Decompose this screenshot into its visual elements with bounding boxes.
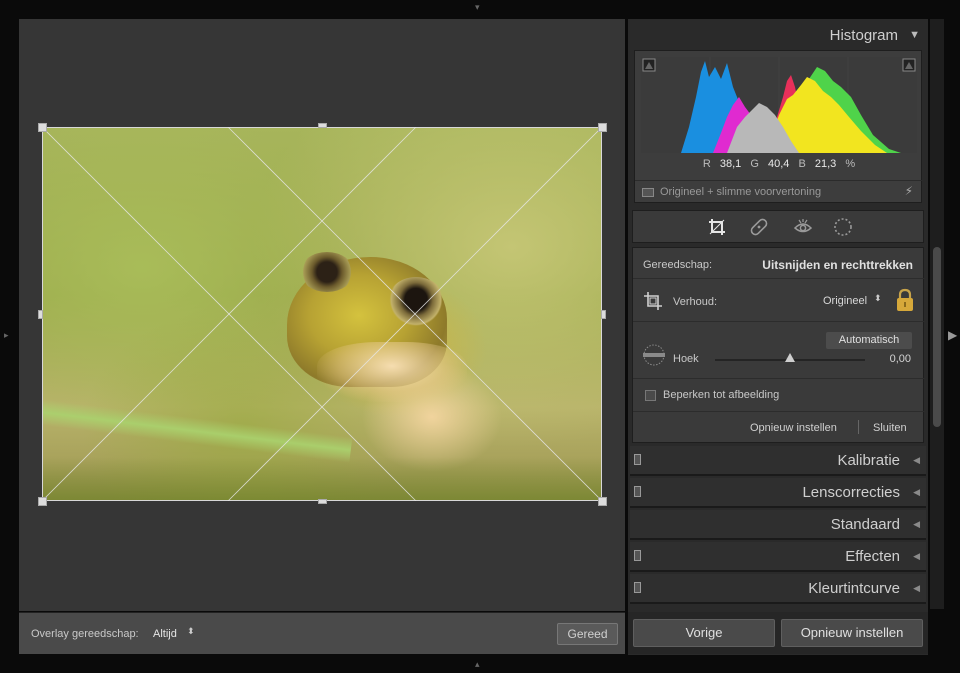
readout-g-label: G — [750, 158, 759, 170]
overlay-tool-caret-icon[interactable]: ⬍ — [187, 626, 195, 637]
divider — [633, 411, 925, 412]
crop-handle-right[interactable] — [601, 310, 606, 319]
section-tone-curve[interactable]: Kleurtintcurve ◀ — [630, 574, 926, 604]
histogram: R 38,1 G 40,4 B 21,3 % Origineel + slimm… — [634, 50, 923, 203]
red-eye-tool-icon[interactable] — [793, 217, 813, 237]
section-toggle-icon[interactable] — [634, 550, 641, 561]
crop-handle-top-right[interactable] — [598, 123, 607, 132]
previous-button[interactable]: Vorige — [633, 619, 775, 647]
section-lens-corrections[interactable]: Lenscorrecties ◀ — [630, 478, 926, 508]
expand-triangle-icon[interactable]: ◀ — [913, 551, 920, 562]
angle-slider-thumb[interactable] — [785, 353, 795, 362]
overlay-tool-select[interactable]: Altijd — [153, 628, 177, 640]
tool-label: Gereedschap: — [643, 259, 713, 271]
expand-triangle-icon[interactable]: ◀ — [913, 519, 920, 530]
crop-overlay[interactable] — [42, 127, 602, 501]
crop-handle-bottom[interactable] — [318, 499, 327, 504]
right-panel-scrollbar[interactable] — [930, 19, 944, 609]
crop-tool-icon[interactable] — [707, 217, 727, 237]
crop-handle-top[interactable] — [318, 123, 327, 128]
bottom-toolbar: Overlay gereedschap: Altijd ⬍ Gereed — [19, 612, 625, 654]
aspect-select[interactable]: Origineel — [823, 295, 867, 307]
section-title: Kalibratie — [837, 452, 900, 469]
section-title: Standaard — [830, 516, 900, 533]
crop-handle-bottom-left[interactable] — [38, 497, 47, 506]
image-canvas[interactable] — [19, 19, 625, 611]
smart-preview-label: Origineel + slimme voorvertoning — [660, 186, 822, 198]
divider — [633, 378, 925, 379]
section-effects[interactable]: Effecten ◀ — [630, 542, 926, 572]
overlay-tool-label: Overlay gereedschap: — [31, 628, 139, 640]
aspect-label: Verhoud: — [673, 296, 718, 308]
lightning-icon[interactable]: ⚡ — [905, 184, 913, 198]
done-button[interactable]: Gereed — [557, 623, 618, 645]
expand-triangle-icon[interactable]: ◀ — [913, 455, 920, 466]
aspect-caret-icon[interactable]: ⬍ — [874, 293, 882, 304]
section-title: Lenscorrecties — [802, 484, 900, 501]
reset-all-button[interactable]: Opnieuw instellen — [781, 619, 923, 647]
section-toggle-icon[interactable] — [634, 582, 641, 593]
app-window: ▾ ▴ ▸ ▶ Overlay gereedschap: Altijd ⬍ Ge… — [0, 0, 960, 673]
left-panel-toggle-icon[interactable]: ▸ — [4, 331, 9, 340]
histogram-graph — [641, 57, 917, 153]
expand-triangle-icon[interactable]: ◀ — [913, 487, 920, 498]
preview-status-row: Origineel + slimme voorvertoning ⚡ — [635, 180, 923, 203]
histogram-readout: R 38,1 G 40,4 B 21,3 % — [635, 158, 923, 170]
crop-handle-left[interactable] — [38, 310, 43, 319]
angle-label: Hoek — [673, 353, 699, 365]
lock-icon[interactable] — [895, 288, 915, 312]
readout-r-label: R — [702, 158, 711, 170]
section-toggle-icon[interactable] — [634, 454, 641, 465]
section-toggle-icon[interactable] — [634, 486, 641, 497]
divider — [858, 420, 859, 434]
bottom-panel-toggle-icon[interactable]: ▴ — [475, 660, 480, 669]
bottom-buttons: Vorige Opnieuw instellen — [628, 612, 928, 654]
top-panel-toggle-icon[interactable]: ▾ — [475, 3, 480, 12]
right-panel-toggle-icon[interactable]: ▶ — [948, 329, 957, 341]
histogram-panel-title[interactable]: Histogram — [830, 27, 898, 44]
divider — [633, 321, 925, 322]
tool-name: Uitsnijden en rechttrekken — [762, 258, 913, 272]
auto-straighten-button[interactable]: Automatisch — [826, 332, 912, 349]
constrain-checkbox[interactable] — [645, 390, 656, 401]
section-default[interactable]: Standaard ◀ — [630, 510, 926, 540]
readout-b-label: B — [798, 158, 806, 170]
right-panel: Histogram ▼ R 38,1 G 40,4 B 21,3 % Origi… — [628, 19, 928, 655]
crop-handle-top-left[interactable] — [38, 123, 47, 132]
radial-filter-icon[interactable] — [833, 217, 853, 237]
divider — [633, 278, 925, 279]
aspect-crop-icon[interactable] — [643, 291, 663, 311]
histogram-collapse-icon[interactable]: ▼ — [909, 29, 920, 41]
straighten-tool-icon[interactable] — [642, 343, 666, 367]
section-title: Effecten — [845, 548, 900, 565]
readout-b-value: 21,3 — [814, 158, 837, 170]
section-calibration[interactable]: Kalibratie ◀ — [630, 446, 926, 476]
readout-r-value: 38,1 — [719, 158, 742, 170]
healing-tool-icon[interactable] — [749, 217, 769, 237]
close-crop-button[interactable]: Sluiten — [873, 422, 907, 434]
section-title: Kleurtintcurve — [808, 580, 900, 597]
tool-strip — [632, 210, 924, 243]
readout-g-value: 40,4 — [767, 158, 790, 170]
reset-crop-button[interactable]: Opnieuw instellen — [750, 422, 837, 434]
expand-triangle-icon[interactable]: ◀ — [913, 583, 920, 594]
scrollbar-thumb[interactable] — [933, 247, 941, 427]
angle-value[interactable]: 0,00 — [890, 353, 911, 365]
readout-unit: % — [845, 158, 856, 170]
crop-panel: Gereedschap: Uitsnijden en rechttrekken … — [632, 247, 925, 443]
smart-preview-icon[interactable] — [642, 188, 654, 197]
crop-handle-bottom-right[interactable] — [598, 497, 607, 506]
constrain-label: Beperken tot afbeelding — [663, 389, 780, 401]
